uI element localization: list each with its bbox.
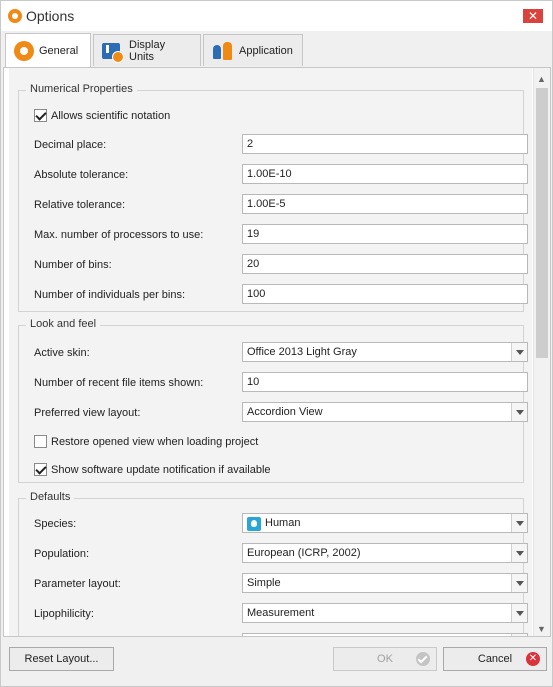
defaults-group: Defaults Species: Human Population: Euro…	[18, 491, 528, 636]
checkbox-label: Allows scientific notation	[51, 109, 171, 122]
max-processors-label: Max. number of processors to use:	[34, 229, 204, 241]
lipophilicity-select[interactable]: Measurement	[242, 603, 528, 623]
numerical-properties-group: Numerical Properties Allows scientific n…	[18, 83, 528, 312]
select-value: Office 2013 Light Gray	[247, 346, 357, 358]
tab-application-label: Application	[239, 44, 293, 57]
options-dialog: Options ✕ General Display Units Applicat…	[0, 0, 553, 687]
decimal-place-input[interactable]: 2	[242, 134, 528, 154]
tab-application[interactable]: Application	[203, 34, 303, 66]
individuals-per-bin-input[interactable]: 100	[242, 284, 528, 304]
group-title: Look and feel	[26, 318, 101, 330]
relative-tolerance-input[interactable]: 1.00E-5	[242, 194, 528, 214]
population-label: Population:	[34, 548, 90, 560]
max-processors-input[interactable]: 19	[242, 224, 528, 244]
scientific-notation-checkbox[interactable]: Allows scientific notation	[34, 109, 170, 122]
select-value: Human	[265, 517, 301, 529]
gear-icon	[14, 40, 34, 61]
decimal-place-label: Decimal place:	[34, 139, 107, 151]
parameter-layout-label: Parameter layout:	[34, 578, 121, 590]
absolute-tolerance-input[interactable]: 1.00E-10	[242, 164, 528, 184]
close-button[interactable]: ✕	[523, 9, 543, 23]
display-units-icon	[102, 42, 124, 63]
active-skin-label: Active skin:	[34, 347, 90, 359]
recent-items-label: Number of recent file items shown:	[34, 377, 204, 389]
reset-layout-button[interactable]: Reset Layout...	[9, 647, 114, 671]
chevron-down-icon[interactable]	[511, 544, 527, 562]
check-icon	[416, 652, 430, 666]
restore-view-checkbox[interactable]: Restore opened view when loading project	[34, 435, 258, 448]
cancel-button[interactable]: Cancel ✕	[443, 647, 547, 671]
application-icon	[212, 41, 234, 61]
select-value: Simple	[247, 577, 281, 589]
population-select[interactable]: European (ICRP, 2002)	[242, 543, 528, 563]
checkbox-checked-icon	[34, 463, 47, 476]
tab-strip: General Display Units Application	[3, 33, 551, 67]
view-layout-label: Preferred view layout:	[34, 407, 141, 419]
select-value: Measurement	[247, 607, 315, 619]
ok-button[interactable]: OK	[333, 647, 437, 671]
chevron-down-icon[interactable]	[511, 343, 527, 361]
chevron-down-icon[interactable]	[511, 604, 527, 622]
active-skin-select[interactable]: Office 2013 Light Gray	[242, 342, 528, 362]
tab-display-units[interactable]: Display Units	[93, 34, 201, 66]
relative-tolerance-label: Relative tolerance:	[34, 199, 126, 211]
select-value: European (ICRP, 2002)	[247, 547, 361, 559]
vertical-scrollbar[interactable]: ▲ ▼	[533, 68, 550, 636]
scroll-up-icon[interactable]: ▲	[537, 74, 546, 84]
recent-items-input[interactable]: 10	[242, 372, 528, 392]
tab-general[interactable]: General	[5, 33, 91, 67]
chevron-down-icon[interactable]	[511, 403, 527, 421]
view-layout-select[interactable]: Accordion View	[242, 402, 528, 422]
parameter-layout-select[interactable]: Simple	[242, 573, 528, 593]
absolute-tolerance-label: Absolute tolerance:	[34, 169, 129, 181]
chevron-down-icon[interactable]	[511, 574, 527, 592]
update-notification-checkbox[interactable]: Show software update notification if ava…	[34, 463, 271, 476]
cancel-icon: ✕	[526, 652, 540, 666]
select-value: Accordion View	[247, 406, 323, 418]
number-of-bins-label: Number of bins:	[34, 259, 112, 271]
options-panel: Numerical Properties Allows scientific n…	[9, 68, 532, 636]
checkbox-label: Show software update notification if ava…	[51, 463, 271, 476]
lipophilicity-label: Lipophilicity:	[34, 608, 94, 620]
species-label: Species:	[34, 518, 77, 530]
general-tab-content: Numerical Properties Allows scientific n…	[3, 67, 551, 637]
scrollbar-thumb[interactable]	[536, 88, 548, 358]
look-and-feel-group: Look and feel Active skin: Office 2013 L…	[18, 318, 528, 483]
chevron-down-icon[interactable]	[511, 514, 527, 532]
gear-icon	[8, 9, 22, 23]
individuals-per-bin-label: Number of individuals per bins:	[34, 289, 186, 301]
human-icon	[247, 517, 261, 531]
title-bar: Options ✕	[1, 1, 552, 31]
species-select[interactable]: Human	[242, 513, 528, 533]
number-of-bins-input[interactable]: 20	[242, 254, 528, 274]
checkbox-label: Restore opened view when loading project	[51, 435, 259, 448]
tab-display-units-label: Display Units	[129, 38, 166, 63]
ok-label: OK	[377, 653, 393, 665]
scroll-down-icon[interactable]: ▼	[537, 624, 546, 634]
checkbox-unchecked-icon	[34, 435, 47, 448]
window-title: Options	[26, 8, 75, 24]
dialog-footer: Reset Layout... OK Cancel ✕	[1, 637, 552, 686]
cancel-label: Cancel	[477, 653, 513, 665]
tab-general-label: General	[39, 44, 79, 57]
checkbox-checked-icon	[34, 109, 47, 122]
group-title: Defaults	[26, 491, 75, 503]
group-title: Numerical Properties	[26, 83, 137, 95]
